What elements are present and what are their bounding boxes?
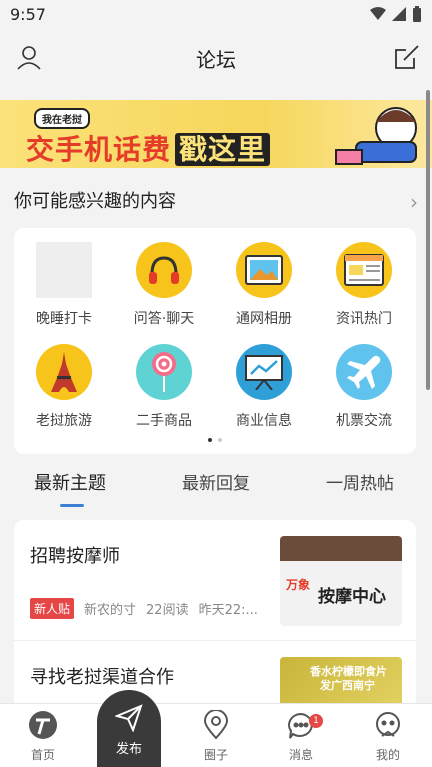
interest-item-6[interactable]: 商业信息 <box>214 344 314 430</box>
placeholder-icon <box>36 242 92 298</box>
chevron-right-icon[interactable]: › <box>410 190 418 214</box>
new-user-badge: 新人贴 <box>30 598 75 619</box>
interest-grid: 晚睡打卡 问答·聊天 通网相册 资讯热门 老挝旅游 二手商品 商业信息 机票交流 <box>14 242 416 430</box>
carousel-dot-active <box>208 438 212 442</box>
interest-item-label: 商业信息 <box>236 413 292 429</box>
profile-face-icon <box>376 712 400 737</box>
status-bar: 9:57 <box>0 0 432 30</box>
thumb-text-main: 按摩中心 <box>318 587 386 607</box>
interest-item-3[interactable]: 资讯热门 <box>314 242 414 328</box>
interest-item-0[interactable]: 晚睡打卡 <box>14 242 114 328</box>
status-icons <box>370 6 422 22</box>
interest-item-1[interactable]: 问答·聊天 <box>114 242 214 328</box>
headphones-icon <box>136 242 192 298</box>
nav-mine[interactable]: 我的 <box>358 710 418 763</box>
location-pin-icon <box>203 709 229 740</box>
post-list: 招聘按摩师 新人贴 新农的寸 22阅读 昨天22:... 万象 按摩中心 寻找老… <box>14 520 416 720</box>
active-tab-indicator <box>60 504 84 507</box>
eiffel-tower-icon <box>36 344 92 400</box>
tab-latest-topics[interactable]: 最新主题 <box>34 469 106 495</box>
wifi-icon <box>370 7 386 20</box>
nav-circle-label: 圈子 <box>203 748 228 762</box>
paper-plane-icon <box>115 704 143 732</box>
status-time: 9:57 <box>10 5 46 24</box>
post-title: 招聘按摩师 <box>30 546 120 567</box>
tab-weekly-hot[interactable]: 一周热帖 <box>326 469 394 494</box>
interest-item-7[interactable]: 机票交流 <box>314 344 414 430</box>
scrollbar[interactable] <box>426 90 430 390</box>
publish-label: 发布 <box>115 742 142 757</box>
nav-home-label: 首页 <box>30 748 55 762</box>
post-meta: 新人贴 新农的寸 22阅读 昨天22:... <box>30 598 258 619</box>
battery-icon <box>413 6 421 22</box>
topic-tabs: 最新主题 最新回复 一周热帖 <box>0 464 432 514</box>
signal-icon <box>392 7 406 21</box>
banner-slogan-highlight: 戳这里 <box>175 133 271 166</box>
post-thumbnail: 万象 按摩中心 <box>280 536 402 626</box>
list-item[interactable]: 招聘按摩师 新人贴 新农的寸 22阅读 昨天22:... 万象 按摩中心 <box>14 520 416 640</box>
banner-tag: 我在老挝 <box>34 108 90 129</box>
interest-item-label: 通网相册 <box>236 311 292 327</box>
interest-card: 晚睡打卡 问答·聊天 通网相册 资讯热门 老挝旅游 二手商品 商业信息 机票交流 <box>14 228 416 454</box>
compose-button[interactable] <box>394 44 420 74</box>
interest-item-label: 老挝旅游 <box>36 413 92 429</box>
nav-circle[interactable]: 圈子 <box>186 709 246 763</box>
thumb-text-left: 万象 <box>286 578 311 592</box>
post-time: 昨天22:... <box>198 603 258 618</box>
message-count-badge: 1 <box>309 714 323 728</box>
app-header: 论坛 <box>0 30 432 86</box>
carousel-dot <box>218 438 222 442</box>
nav-messages[interactable]: 1 消息 <box>271 710 331 763</box>
interest-item-2[interactable]: 通网相册 <box>214 242 314 328</box>
publish-button[interactable]: 发布 <box>97 690 161 767</box>
interest-item-label: 问答·聊天 <box>133 311 195 327</box>
interest-section-title: 你可能感兴趣的内容 <box>14 191 176 212</box>
banner-slogan: 交手机话费 戳这里 <box>26 128 271 168</box>
interest-item-label: 机票交流 <box>336 413 392 429</box>
interest-item-label: 二手商品 <box>136 413 192 429</box>
carousel-dots <box>14 438 416 442</box>
home-logo-icon <box>29 711 57 739</box>
nav-mine-label: 我的 <box>375 748 400 762</box>
interest-item-5[interactable]: 二手商品 <box>114 344 214 430</box>
promo-banner[interactable]: 我在老挝 交手机话费 戳这里 <box>0 100 432 168</box>
presentation-chart-icon <box>236 344 292 400</box>
interest-item-4[interactable]: 老挝旅游 <box>14 344 114 430</box>
nav-home[interactable]: 首页 <box>13 710 73 763</box>
airplane-icon <box>336 344 392 400</box>
banner-slogan-main: 交手机话费 <box>26 133 172 166</box>
thumb-text-bottom: 发广西南宁 <box>320 679 375 692</box>
post-author: 新农的寸 <box>84 603 137 618</box>
interest-item-label: 晚睡打卡 <box>36 311 92 327</box>
post-reads: 22阅读 <box>146 603 189 618</box>
interest-item-label: 资讯热门 <box>336 311 392 327</box>
bottom-nav: 首页 圈子 1 消息 我的 <box>0 703 432 767</box>
edit-icon <box>395 45 419 69</box>
news-browser-icon <box>336 242 392 298</box>
banner-illustration <box>335 107 417 165</box>
post-title: 寻找老挝渠道合作 <box>30 667 174 688</box>
nav-messages-label: 消息 <box>288 748 313 762</box>
photo-album-icon <box>236 242 292 298</box>
page-title: 论坛 <box>196 48 236 72</box>
lollipop-icon <box>136 344 192 400</box>
tab-latest-replies[interactable]: 最新回复 <box>182 469 250 494</box>
